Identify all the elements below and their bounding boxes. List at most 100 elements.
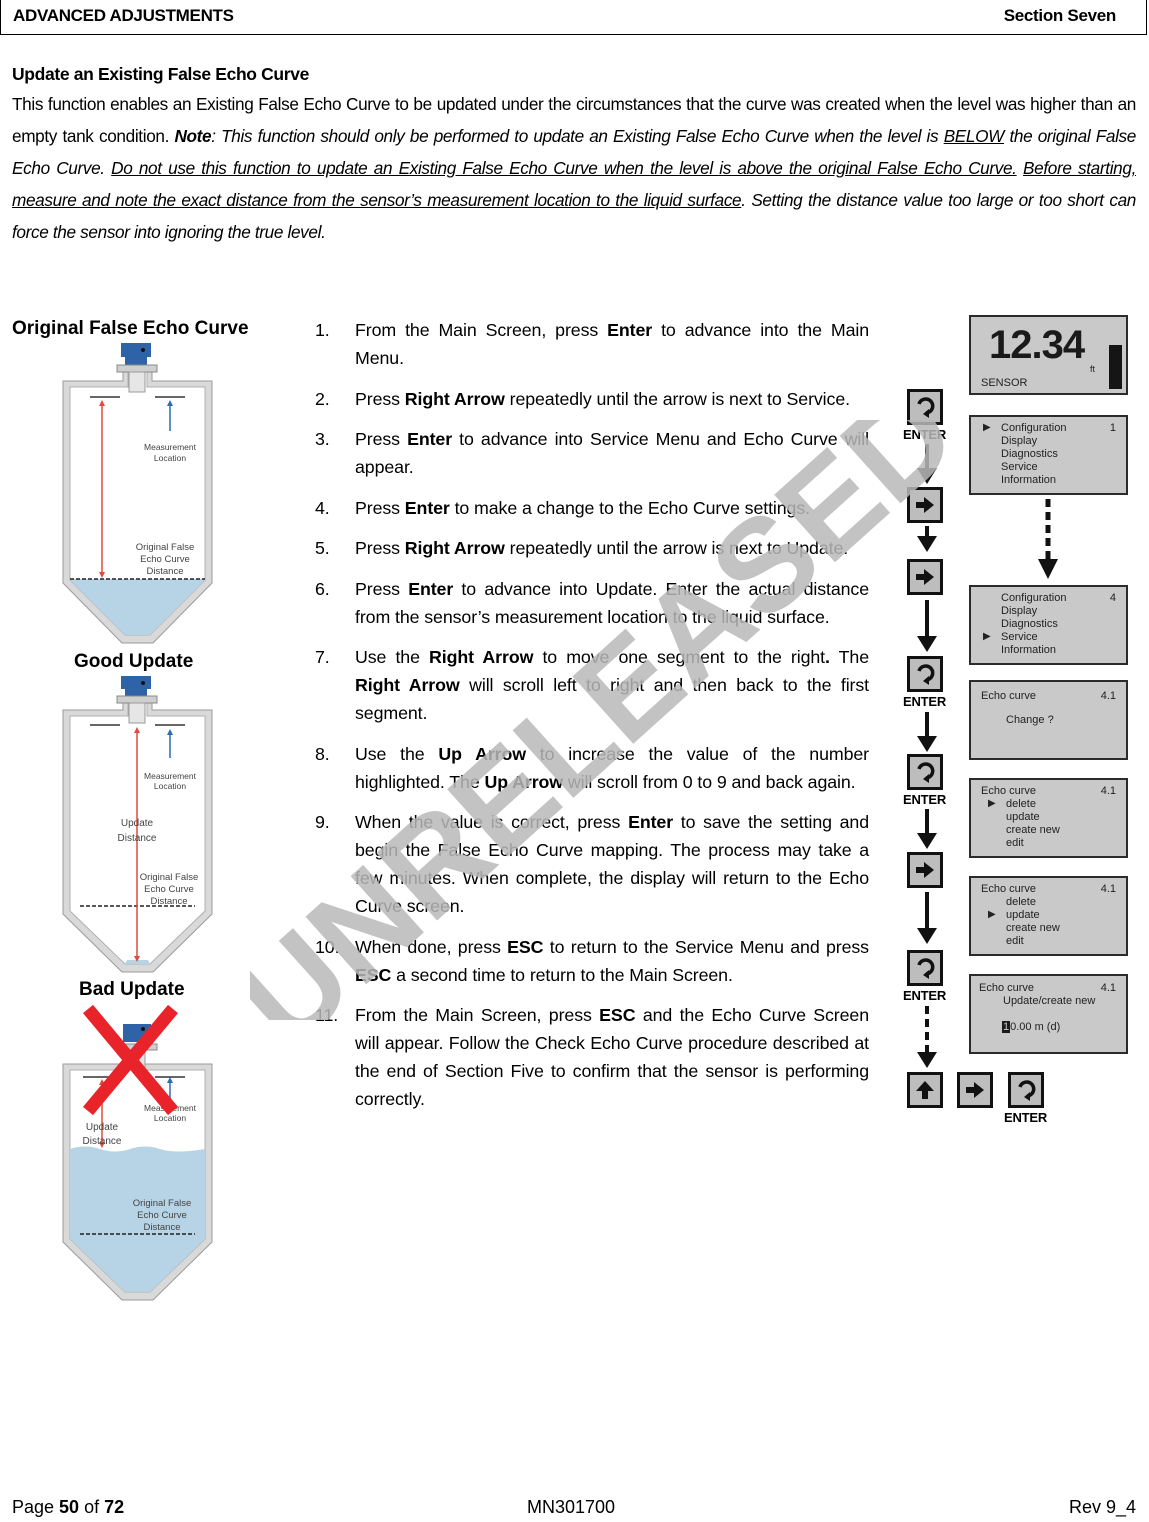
note-text: : This function should only be performed… [211, 126, 944, 146]
step-item: 4. Press Enter to make a change to the Ec… [315, 494, 869, 522]
lcd-main-menu-4: 4 Configuration Display Diagnostics Service ▶… [969, 585, 1128, 665]
tank-diagram-bad: Measurement Location Update Distance Ori… [62, 1004, 213, 1301]
lcd-main-menu-1: 1 Configuration ▶ Display Diagnostics Service… [969, 415, 1128, 495]
enter-key-label: ENTER [903, 694, 947, 709]
lcd-menu-item: update [1006, 811, 1040, 823]
lcd-menu-item: create new [1006, 922, 1060, 934]
revision: Rev 9_4 [1068, 1497, 1136, 1517]
lcd-title: Echo curve [981, 883, 1037, 895]
step-text: From the Main Screen, press [355, 320, 608, 340]
lcd-menu-item: Service [1001, 631, 1038, 643]
ofec-label-2: Echo Curve [140, 554, 190, 565]
lcd-menu-item: edit [1006, 837, 1024, 849]
figure-title-bad: Bad Update [79, 979, 185, 1000]
page-number: Page 50 of 72 [12, 1497, 124, 1518]
lcd-value: 12.34 [989, 323, 1085, 367]
lcd-menu-item: Information [1001, 474, 1057, 486]
lcd-index: 4.1 [1100, 785, 1116, 797]
lcd-index: 1 [1109, 422, 1116, 434]
lcd-main-screen: 12.34 ft SENSOR [969, 315, 1128, 395]
step-number: 8. [315, 743, 330, 764]
step-text: Use the [355, 743, 439, 764]
section-title: ADVANCED ADJUSTMENTS [13, 6, 234, 25]
step-keyword: Enter [407, 429, 453, 449]
lcd-menu-item: edit [1006, 935, 1024, 947]
lcd-menu-item: delete [1006, 798, 1036, 810]
step-number: 6. [315, 578, 330, 599]
step-text: to make a change to the Echo Curve setti… [449, 497, 811, 518]
location-label: Location [154, 453, 186, 463]
update-label-1: Update [86, 1122, 119, 1133]
dashed-arrow-down-icon [1038, 499, 1058, 579]
step-keyword: ESC [599, 1005, 636, 1025]
step-keyword: Right Arrow [404, 538, 505, 558]
tank-diagram-original: Measurement Location Original False Echo… [62, 343, 213, 644]
lcd-menu-item: Configuration [1001, 592, 1067, 604]
step-keyword: Right Arrow [404, 388, 505, 409]
page-prefix: Page [12, 1497, 60, 1517]
figure-title-original: Original False Echo Curve [12, 318, 249, 339]
step-text: to move one segment to the right [533, 647, 825, 667]
step-number: 5. [315, 538, 330, 558]
page-of: of [79, 1497, 105, 1517]
ofec-label-3: Distance [144, 1222, 181, 1233]
step-text: When done, press [355, 936, 508, 957]
lcd-prompt: Change ? [1006, 714, 1054, 726]
lcd-value-entry: 10.00 m (d) [1002, 1021, 1060, 1033]
lcd-title: Echo curve [981, 785, 1037, 797]
selection-pointer-icon: ▶ [983, 631, 991, 642]
step-keyword: ESC [355, 964, 392, 985]
location-label: Location [154, 781, 186, 791]
step-text: Press [355, 388, 405, 409]
dashed-arrow-down-icon [917, 1006, 937, 1068]
step-text: Press [355, 538, 405, 558]
lcd-title: Echo curve [981, 690, 1037, 702]
lcd-index: 4.1 [1100, 883, 1116, 895]
selection-pointer-icon: ▶ [988, 798, 996, 809]
step-text: The [829, 647, 870, 667]
note-label: Note [174, 126, 212, 146]
step-item: 6. Press Enter to advance into Update. En… [315, 575, 869, 631]
arrow-down-icon [917, 600, 937, 652]
lcd-index: 4.1 [1100, 690, 1116, 702]
ofec-label-3: Distance [151, 896, 188, 907]
lcd-menu-item: Information [1001, 644, 1057, 656]
lcd-menu-item: Service [1001, 461, 1038, 473]
selection-pointer-icon: ▶ [988, 909, 996, 920]
step-text: Press [355, 497, 405, 518]
step-item: 8. Use the Up Arrow to increase the value… [315, 740, 869, 796]
enter-key [907, 656, 943, 692]
lcd-update-value: Echo curve 4.1 Update/create new 10.00 m… [969, 974, 1128, 1054]
step-keyword: Right Arrow [429, 647, 534, 667]
step-keyword: Enter [628, 812, 674, 832]
procedure-steps: 1. From the Main Screen, press Enter to a… [315, 316, 869, 1126]
step-item: 1. From the Main Screen, press Enter to a… [315, 316, 869, 372]
page-total: 72 [104, 1497, 125, 1517]
section-label: Section Seven [1003, 6, 1117, 25]
step-keyword: Up Arrow [484, 771, 564, 792]
update-label-1: Update [121, 818, 154, 829]
measurement-label: Measurement [144, 771, 197, 781]
step-keyword: Enter [404, 497, 450, 518]
page-current: 50 [59, 1497, 80, 1517]
lcd-index: 4 [1109, 592, 1116, 604]
step-number: 9. [315, 812, 330, 832]
lcd-menu-item: delete [1006, 896, 1036, 908]
document-id: MN301700 [527, 1497, 616, 1517]
enter-key-label: ENTER [903, 427, 947, 442]
step-item: 10. When done, press ESC to return to the… [315, 933, 869, 989]
step-keyword: Enter [408, 578, 454, 599]
lcd-title: Echo curve [979, 982, 1035, 994]
selection-pointer-icon: ▶ [983, 422, 991, 433]
right-arrow-key [907, 852, 943, 888]
arrow-down-icon [917, 892, 937, 944]
ofec-label-1: Original False [136, 542, 195, 553]
step-keyword: ESC [507, 936, 544, 957]
lcd-menu-item: Diagnostics [1001, 618, 1058, 630]
intro-block: Update an Existing False Echo Curve This… [12, 60, 1136, 248]
step-text: Press [355, 578, 409, 599]
level-bar [1109, 345, 1122, 389]
arrow-down-icon [917, 444, 937, 484]
update-label-2: Distance [83, 1136, 122, 1147]
tank-diagram-good: Measurement Location Update Distance Ori… [62, 676, 213, 973]
